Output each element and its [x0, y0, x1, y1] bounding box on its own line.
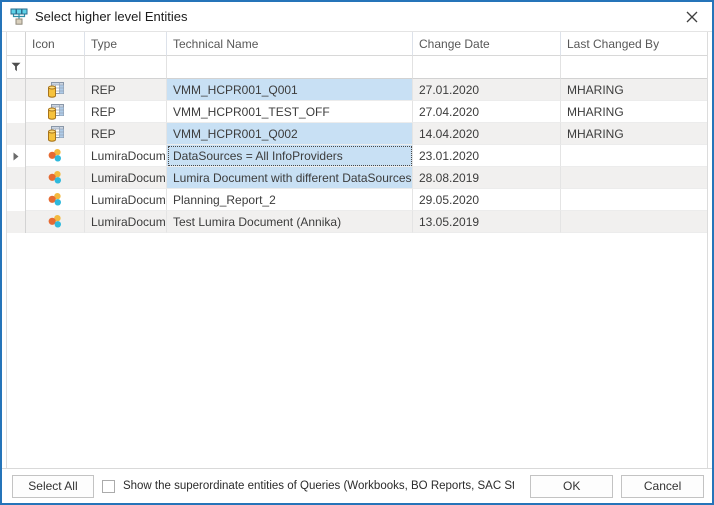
grid-rows: REP VMM_HCPR001_Q001 27.01.2020 MHARING — [7, 79, 707, 233]
cancel-button[interactable]: Cancel — [621, 475, 704, 498]
row-gutter-cell[interactable] — [7, 145, 26, 167]
rep-icon — [47, 104, 64, 120]
row-gutter-cell[interactable] — [7, 101, 26, 123]
filter-input-type[interactable] — [85, 56, 167, 79]
filter-input-technical-name[interactable] — [167, 56, 413, 79]
header-gutter-cell — [7, 32, 26, 56]
column-header-change-date[interactable]: Change Date — [413, 32, 561, 56]
column-header-last-changed-by[interactable]: Last Changed By — [561, 32, 707, 56]
table-row[interactable]: LumiraDocum... Test Lumira Document (Ann… — [7, 211, 707, 233]
filter-row — [7, 56, 707, 79]
filter-input-icon[interactable] — [26, 56, 85, 79]
entity-icon-cell[interactable] — [26, 79, 85, 101]
filter-input-last-changed-by[interactable] — [561, 56, 707, 79]
technical-name-cell[interactable]: Test Lumira Document (Annika) — [167, 211, 413, 233]
ok-button[interactable]: OK — [530, 475, 613, 498]
filter-funnel-icon — [11, 62, 21, 72]
table-row[interactable]: LumiraDocum... DataSources = All InfoPro… — [7, 145, 707, 167]
grid-empty-area — [7, 233, 707, 468]
last-changed-by-cell[interactable] — [561, 211, 707, 233]
last-changed-by-cell[interactable] — [561, 167, 707, 189]
type-cell[interactable]: REP — [85, 101, 167, 123]
grid-header-row: Icon Type Technical Name Change Date Las… — [7, 32, 707, 56]
change-date-cell[interactable]: 27.01.2020 — [413, 79, 561, 101]
change-date-cell[interactable]: 13.05.2019 — [413, 211, 561, 233]
last-changed-by-cell[interactable] — [561, 145, 707, 167]
technical-name-cell[interactable]: VMM_HCPR001_Q001 — [167, 79, 413, 101]
table-row[interactable]: LumiraDocum... Planning_Report_2 29.05.2… — [7, 189, 707, 211]
row-gutter-cell[interactable] — [7, 79, 26, 101]
technical-name-cell[interactable]: VMM_HCPR001_Q002 — [167, 123, 413, 145]
select-all-button[interactable]: Select All — [12, 475, 94, 498]
last-changed-by-cell[interactable]: MHARING — [561, 79, 707, 101]
row-gutter-cell[interactable] — [7, 167, 26, 189]
filter-input-change-date[interactable] — [413, 56, 561, 79]
change-date-cell[interactable]: 28.08.2019 — [413, 167, 561, 189]
change-date-cell[interactable]: 29.05.2020 — [413, 189, 561, 211]
superordinate-checkbox[interactable] — [102, 480, 115, 493]
type-cell[interactable]: REP — [85, 79, 167, 101]
row-gutter-cell[interactable] — [7, 189, 26, 211]
type-cell[interactable]: LumiraDocum... — [85, 167, 167, 189]
entity-icon-cell[interactable] — [26, 123, 85, 145]
entity-icon-cell[interactable] — [26, 167, 85, 189]
footer-bar: Select All Show the superordinate entiti… — [2, 468, 712, 503]
entity-grid: Icon Type Technical Name Change Date Las… — [6, 32, 708, 468]
rep-icon — [47, 126, 64, 142]
close-button[interactable] — [678, 4, 706, 30]
type-cell[interactable]: LumiraDocum... — [85, 189, 167, 211]
change-date-cell[interactable]: 27.04.2020 — [413, 101, 561, 123]
last-changed-by-cell[interactable]: MHARING — [561, 101, 707, 123]
type-cell[interactable]: LumiraDocum... — [85, 211, 167, 233]
lumira-icon — [47, 192, 63, 207]
change-date-cell[interactable]: 14.04.2020 — [413, 123, 561, 145]
lumira-icon — [47, 148, 63, 163]
entity-icon-cell[interactable] — [26, 101, 85, 123]
type-cell[interactable]: REP — [85, 123, 167, 145]
entity-icon-cell[interactable] — [26, 189, 85, 211]
close-icon — [686, 11, 698, 23]
column-header-type[interactable]: Type — [85, 32, 167, 56]
change-date-cell[interactable]: 23.01.2020 — [413, 145, 561, 167]
column-header-icon[interactable]: Icon — [26, 32, 85, 56]
lumira-icon — [47, 214, 63, 229]
row-gutter-cell[interactable] — [7, 211, 26, 233]
select-entities-dialog: Select higher level Entities Icon Type T… — [0, 0, 714, 505]
column-header-technical-name[interactable]: Technical Name — [167, 32, 413, 56]
hierarchy-icon — [10, 8, 28, 25]
technical-name-cell[interactable]: Planning_Report_2 — [167, 189, 413, 211]
row-gutter-cell[interactable] — [7, 123, 26, 145]
table-row[interactable]: REP VMM_HCPR001_Q001 27.01.2020 MHARING — [7, 79, 707, 101]
last-changed-by-cell[interactable]: MHARING — [561, 123, 707, 145]
technical-name-cell[interactable]: Lumira Document with different DataSourc… — [167, 167, 413, 189]
filter-row-gutter — [7, 56, 26, 79]
rep-icon — [47, 82, 64, 98]
type-cell[interactable]: LumiraDocum... — [85, 145, 167, 167]
entity-icon-cell[interactable] — [26, 211, 85, 233]
dialog-title: Select higher level Entities — [35, 9, 678, 24]
lumira-icon — [47, 170, 63, 185]
table-row[interactable]: REP VMM_HCPR001_TEST_OFF 27.04.2020 MHAR… — [7, 101, 707, 123]
technical-name-cell[interactable]: DataSources = All InfoProviders — [167, 145, 413, 167]
table-row[interactable]: REP VMM_HCPR001_Q002 14.04.2020 MHARING — [7, 123, 707, 145]
entity-icon-cell[interactable] — [26, 145, 85, 167]
current-row-marker-icon — [13, 152, 19, 161]
superordinate-checkbox-label[interactable]: Show the superordinate entities of Queri… — [123, 480, 514, 492]
technical-name-cell[interactable]: VMM_HCPR001_TEST_OFF — [167, 101, 413, 123]
last-changed-by-cell[interactable] — [561, 189, 707, 211]
title-bar: Select higher level Entities — [2, 2, 712, 32]
table-row[interactable]: LumiraDocum... Lumira Document with diff… — [7, 167, 707, 189]
